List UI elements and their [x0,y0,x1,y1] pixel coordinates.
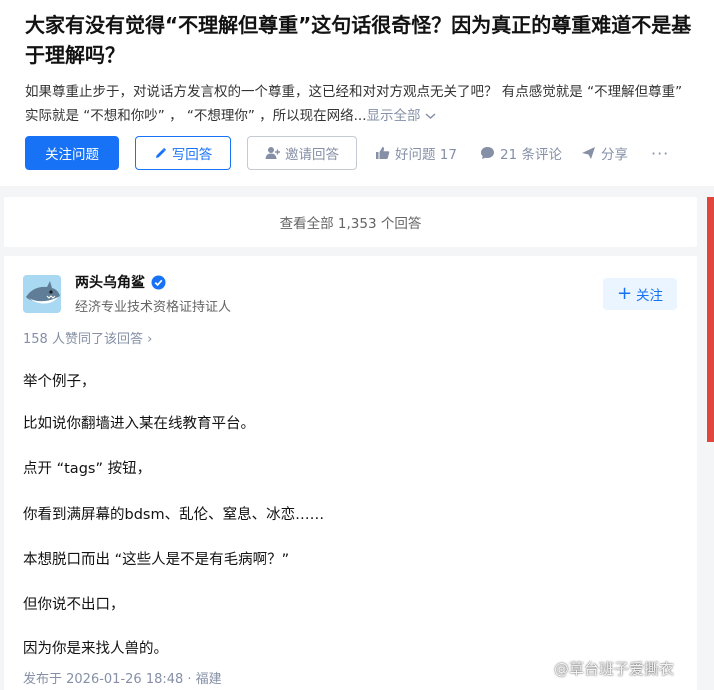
author-name[interactable]: 两头乌角鲨 [75,272,166,292]
write-answer-button[interactable]: 写回答 [135,136,231,170]
question-action-bar: 关注问题 写回答 邀请回答 好问题 17 21 条评论 分享 ··· [25,136,705,172]
share-button[interactable]: 分享 [581,136,628,170]
follow-question-button[interactable]: 关注问题 [25,136,119,170]
shark-avatar-icon [23,275,61,313]
side-scroll-indicator[interactable] [707,197,714,442]
verified-icon [151,275,166,289]
question-header: 大家有没有觉得“不理解但尊重”这句话很奇怪？因为真正的尊重难道不是基于理解吗？ … [0,0,714,186]
comments-button[interactable]: 21 条评论 [480,136,562,170]
chevron-right-icon: › [147,332,153,347]
author-name-text: 两头乌角鲨 [75,275,145,291]
weibo-icon [528,660,549,677]
plus-icon: + [616,283,633,304]
answer-paragraph: 点开 “tags” 按钮， [23,461,152,477]
answer-paragraph: 比如说你翻墙进入某在线教育平台。 [23,416,255,432]
vote-summary-text: 158 人赞同了该回答 [23,332,143,347]
answer-paragraph: 本想脱口而出 “这些人是不是有毛病啊？” [23,552,290,568]
comments-label: 21 条评论 [500,147,562,163]
follow-author-label: 关注 [636,288,664,304]
invite-answer-button[interactable]: 邀请回答 [247,136,357,170]
write-answer-label: 写回答 [171,147,213,163]
avatar[interactable] [23,275,61,313]
question-description[interactable]: 如果尊重止步于，对说话方发言权的一个尊重，这已经和对对方观点无关了吧？ 有点感觉… [25,80,697,129]
answer-card: 两头乌角鲨 经济专业技术资格证持证人 + 关注 158 人赞同了该回答 › 举个… [4,256,697,690]
watermark-text: @草台班子爱撕衣 [554,660,675,678]
pencil-icon [155,147,166,158]
person-add-icon [265,147,280,159]
invite-answer-label: 邀请回答 [285,147,339,163]
answer-paragraph: 你看到满屏幕的bdsm、乱伦、窒息、冰恋…… [23,507,325,523]
follow-question-label: 关注问题 [45,147,99,163]
thumb-up-icon [376,147,390,159]
follow-author-button[interactable]: + 关注 [603,278,677,310]
vote-summary[interactable]: 158 人赞同了该回答 › [23,328,152,347]
share-label: 分享 [601,147,628,163]
chevron-down-icon[interactable] [425,110,436,123]
answer-paragraph: 因为你是来找人兽的。 [23,641,168,657]
author-bio: 经济专业技术资格证持证人 [75,300,232,315]
good-question-label: 好问题 17 [395,147,457,163]
comment-icon [481,147,494,159]
watermark: @草台班子爱撕衣 [528,658,674,679]
answer-paragraph: 但你说不出口， [23,597,125,613]
more-options-button[interactable]: ··· [651,136,669,170]
publish-info[interactable]: 发布于 2026-01-26 18:48 · 福建 [23,668,222,687]
view-all-answers-link[interactable]: 查看全部 1,353 个回答 [4,197,697,247]
question-description-text: 如果尊重止步于，对说话方发言权的一个尊重，这已经和对对方观点无关了吧？ 有点感觉… [25,84,683,124]
answer-paragraph: 举个例子， [23,374,96,390]
show-all-link[interactable]: 显示全部 [367,108,421,124]
question-title[interactable]: 大家有没有觉得“不理解但尊重”这句话很奇怪？因为真正的尊重难道不是基于理解吗？ [25,10,695,70]
good-question-button[interactable]: 好问题 17 [375,136,457,170]
share-icon [582,147,595,159]
